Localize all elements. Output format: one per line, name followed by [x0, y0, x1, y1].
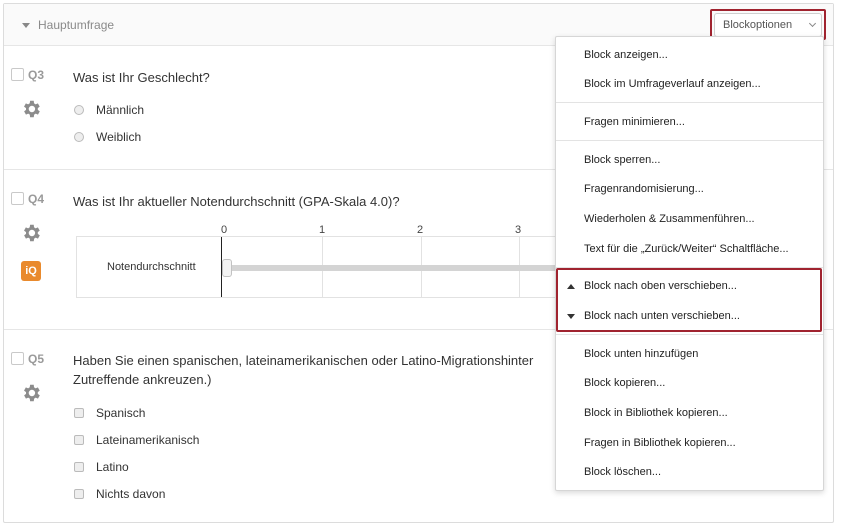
checkbox[interactable]: [74, 408, 84, 418]
menu-item-copy-questions-to-library[interactable]: Fragen in Bibliothek kopieren...: [584, 437, 736, 449]
question-text-line2: Zutreffende ankreuzen.): [73, 372, 212, 387]
question-text: Haben Sie einen spanischen, lateinamerik…: [73, 351, 553, 389]
iq-badge-icon[interactable]: iQ: [21, 261, 41, 281]
question-text: Was ist Ihr aktueller Notendurchschnitt …: [73, 194, 400, 209]
menu-item-move-block-up[interactable]: Block nach oben verschieben...: [584, 280, 737, 292]
block-options-label: Blockoptionen: [723, 19, 793, 31]
menu-divider: [556, 140, 823, 141]
menu-item-next-previous-text[interactable]: Text für die „Zurück/Weiter“ Schaltfläch…: [584, 243, 789, 255]
slider-label: Notendurchschnitt: [107, 261, 196, 273]
scale-tick-label: 3: [515, 224, 522, 236]
question-text: Was ist Ihr Geschlecht?: [73, 70, 210, 85]
block-title[interactable]: Hauptumfrage: [22, 18, 114, 32]
menu-item-copy-block[interactable]: Block kopieren...: [584, 377, 665, 389]
menu-divider: [556, 334, 823, 335]
menu-item-show-in-survey-flow[interactable]: Block im Umfrageverlauf anzeigen...: [584, 78, 761, 90]
menu-item-loop-and-merge[interactable]: Wiederholen & Zusammenführen...: [584, 213, 755, 225]
question-select-checkbox[interactable]: [11, 352, 24, 365]
arrow-up-icon: [567, 284, 575, 289]
menu-item-minimize-questions[interactable]: Fragen minimieren...: [584, 116, 685, 128]
question-text-line1: Haben Sie einen spanischen, lateinamerik…: [73, 353, 534, 368]
radio-button[interactable]: [74, 132, 84, 142]
question-number: Q4: [28, 192, 45, 206]
scale-tick-label: 2: [417, 224, 424, 236]
scale-tick-label: 1: [319, 224, 326, 236]
question-select-checkbox[interactable]: [11, 192, 24, 205]
block-options-menu: Block anzeigen... Block im Umfrageverlau…: [555, 36, 824, 491]
answer-option[interactable]: Nichts davon: [74, 487, 165, 501]
answer-option[interactable]: Weiblich: [74, 130, 141, 144]
checkbox[interactable]: [74, 489, 84, 499]
gear-icon[interactable]: [20, 222, 42, 244]
menu-item-question-randomization[interactable]: Fragenrandomisierung...: [584, 183, 704, 195]
gear-icon[interactable]: [20, 382, 42, 404]
slider-track[interactable]: [224, 265, 564, 271]
checkbox[interactable]: [74, 462, 84, 472]
block-options-button[interactable]: Blockoptionen: [714, 13, 822, 37]
question-number: Q5: [28, 352, 45, 366]
answer-option[interactable]: Lateinamerikanisch: [74, 433, 199, 447]
menu-item-copy-block-to-library[interactable]: Block in Bibliothek kopieren...: [584, 407, 728, 419]
block-title-label: Hauptumfrage: [38, 18, 115, 32]
answer-option[interactable]: Spanisch: [74, 406, 145, 420]
answer-option[interactable]: Latino: [74, 460, 129, 474]
menu-item-lock-block[interactable]: Block sperren...: [584, 154, 660, 166]
checkbox[interactable]: [74, 435, 84, 445]
scale-tick-label: 0: [221, 224, 228, 236]
question-number: Q3: [28, 68, 45, 82]
menu-divider: [556, 102, 823, 103]
answer-option[interactable]: Männlich: [74, 103, 144, 117]
collapse-triangle-icon[interactable]: [22, 23, 30, 28]
radio-button[interactable]: [74, 105, 84, 115]
slider-handle[interactable]: [222, 259, 232, 277]
menu-item-add-block-below[interactable]: Block unten hinzufügen: [584, 348, 698, 360]
menu-item-show-block[interactable]: Block anzeigen...: [584, 49, 668, 61]
menu-item-move-block-down[interactable]: Block nach unten verschieben...: [584, 310, 740, 322]
gear-icon[interactable]: [20, 98, 42, 120]
arrow-down-icon: [567, 314, 575, 319]
menu-item-delete-block[interactable]: Block löschen...: [584, 466, 661, 478]
menu-divider: [556, 267, 823, 268]
chevron-down-icon: [808, 19, 817, 28]
question-select-checkbox[interactable]: [11, 68, 24, 81]
